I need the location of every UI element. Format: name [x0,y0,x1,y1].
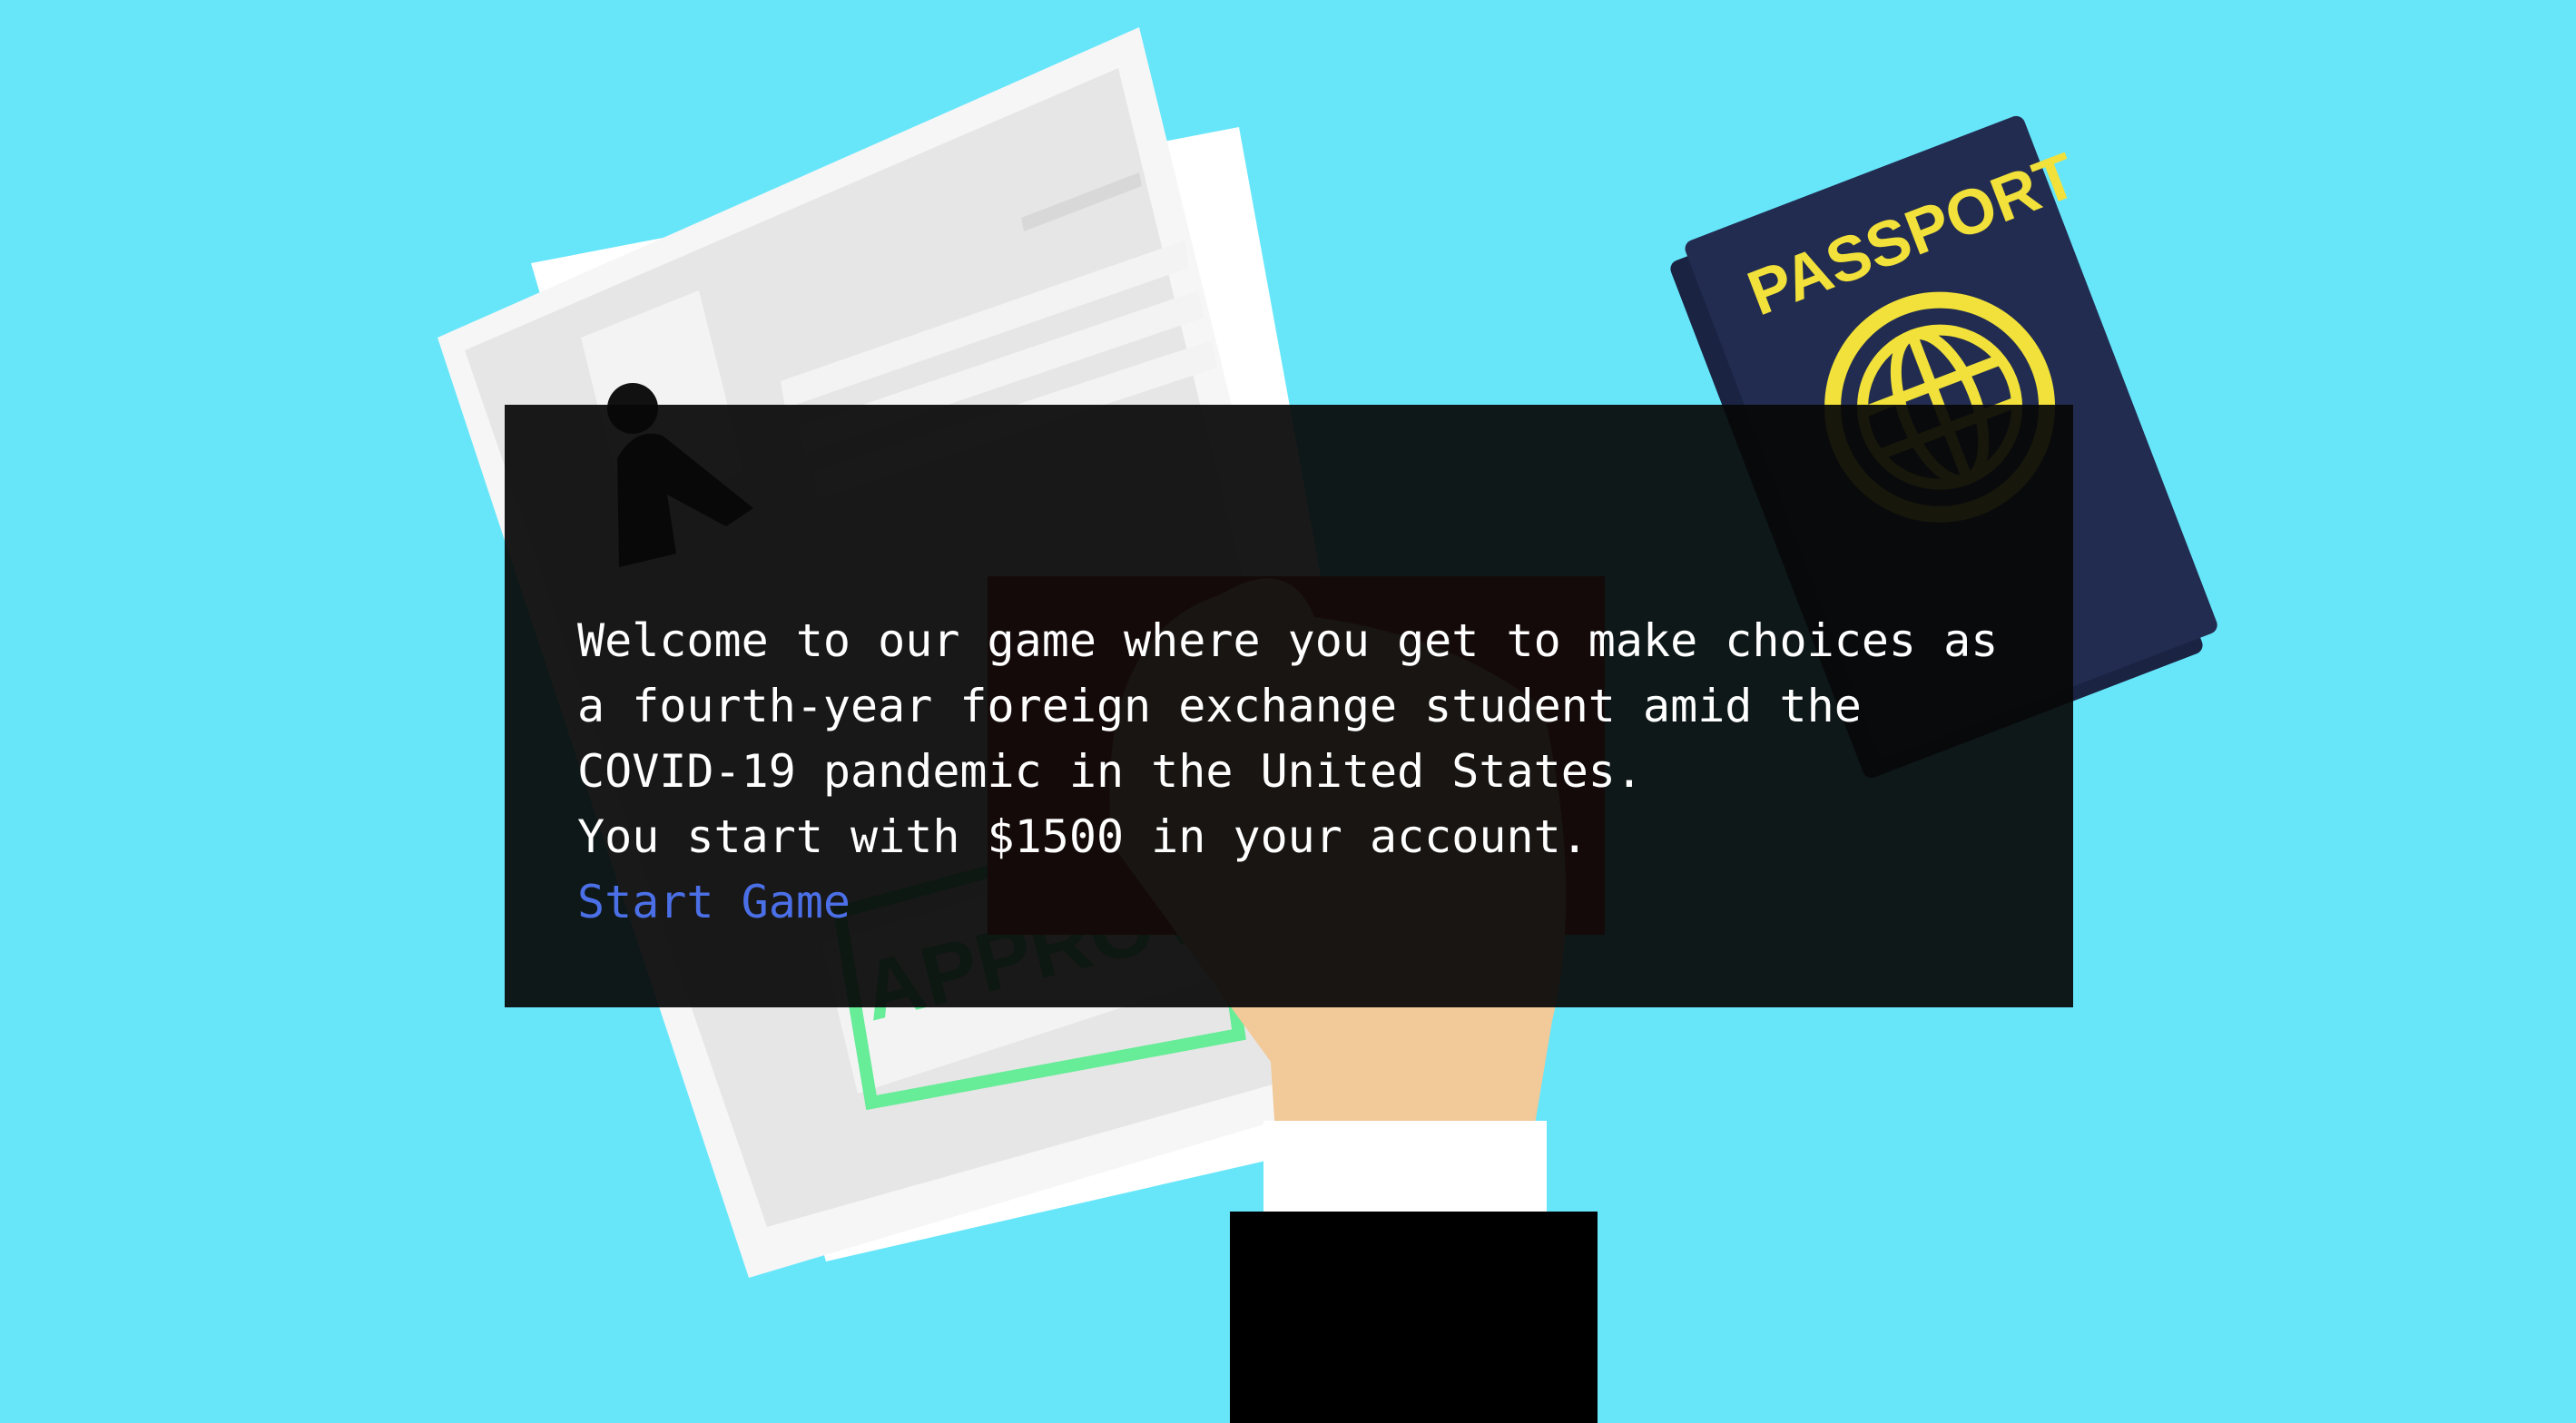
intro-text: Welcome to our game where you get to mak… [577,614,2026,798]
balance-text: You start with $1500 in your account. [577,810,1588,863]
start-game-link[interactable]: Start Game [577,876,850,928]
intro-dialog: Welcome to our game where you get to mak… [505,405,2073,1007]
